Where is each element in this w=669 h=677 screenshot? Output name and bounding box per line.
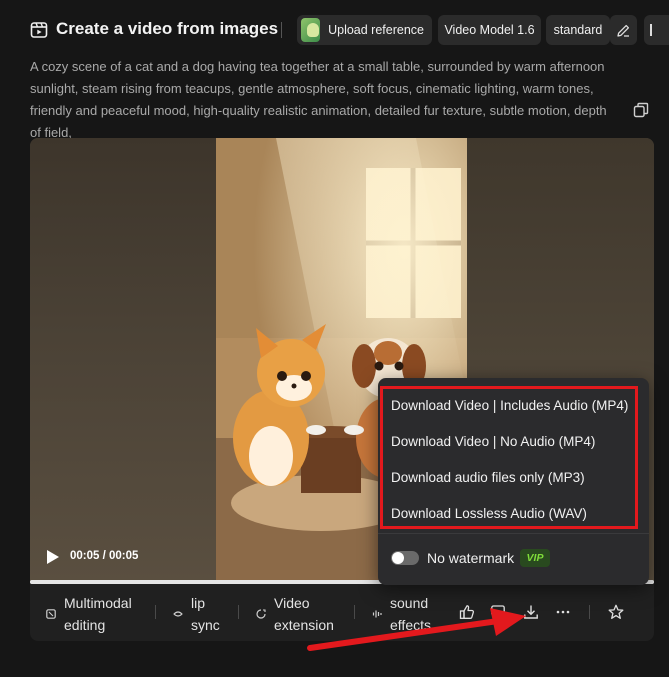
- page-title: Create a video from images: [56, 19, 279, 38]
- menu-divider: [378, 533, 649, 534]
- toolbar-divider: [589, 605, 590, 619]
- lip-sync-button[interactable]: lip sync: [173, 592, 220, 636]
- vip-badge: VIP: [520, 549, 550, 567]
- multimodal-editing-button[interactable]: Multimodal editing: [46, 592, 132, 636]
- more-options-icon[interactable]: [555, 604, 571, 620]
- video-model-label: Video Model 1.6: [444, 23, 535, 37]
- tool-label-line2: editing: [64, 617, 106, 633]
- toggle-knob: [392, 552, 404, 564]
- star-icon[interactable]: [608, 604, 624, 620]
- more-header-button[interactable]: [644, 15, 669, 45]
- multimodal-icon: [46, 609, 56, 619]
- pencil-icon: [617, 24, 630, 37]
- reference-thumbnail: [301, 18, 321, 42]
- prompt-text: A cozy scene of a cat and a dog having t…: [30, 59, 607, 140]
- video-icon: [30, 22, 48, 38]
- quality-chip[interactable]: standard: [546, 15, 610, 45]
- copy-icon[interactable]: [633, 102, 649, 118]
- more-indicator-icon: [650, 24, 652, 36]
- watermark-toggle[interactable]: [391, 551, 419, 565]
- edit-button[interactable]: [610, 15, 637, 45]
- highlight-box: [380, 386, 638, 529]
- video-backdrop-left: [30, 138, 216, 582]
- lip-icon: [173, 611, 183, 617]
- upload-reference-label: Upload reference: [328, 23, 424, 37]
- quality-label: standard: [553, 23, 603, 37]
- extension-icon: [256, 609, 266, 619]
- annotation-arrow: [307, 608, 526, 651]
- watermark-label: No watermark: [427, 550, 515, 566]
- toolbar-divider: [238, 605, 239, 619]
- tool-label-line1: lip: [191, 595, 206, 611]
- toolbar-divider: [155, 605, 156, 619]
- header-divider: [281, 22, 282, 38]
- tool-label-line2: sync: [191, 617, 220, 633]
- play-icon[interactable]: [46, 549, 60, 565]
- header: Create a video from images Upload refere…: [0, 12, 669, 48]
- upload-reference-button[interactable]: Upload reference: [297, 15, 432, 45]
- playback-time: 00:05 / 00:05: [70, 550, 139, 562]
- video-model-chip[interactable]: Video Model 1.6: [438, 15, 541, 45]
- tool-label-line1: Multimodal: [64, 595, 132, 611]
